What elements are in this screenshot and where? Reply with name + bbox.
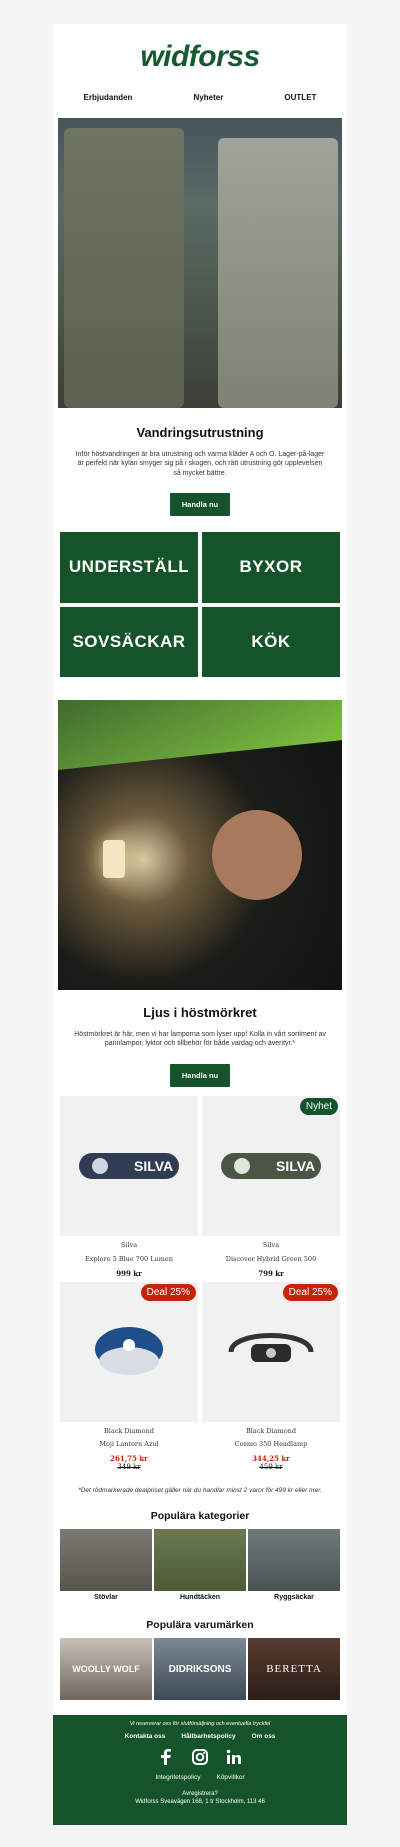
hero-pants-left: [64, 128, 184, 408]
product-price: 999 kr: [116, 1268, 142, 1278]
hero-pants-right: [218, 138, 338, 408]
tent-shape: [58, 700, 342, 770]
social-icons: [53, 1748, 347, 1766]
product-image: [60, 1281, 198, 1422]
brand-logo[interactable]: widforss: [53, 24, 347, 90]
section2-text: Höstmörkret är här, men vi har lamporna …: [74, 1031, 326, 1048]
categories-title: Populära kategorier: [150, 1510, 250, 1522]
category-image: [60, 1529, 152, 1591]
deal-note: *Det rödmarkerade dealpriset gäller när …: [78, 1487, 322, 1494]
headlamp-icon: SILVA: [79, 1153, 179, 1179]
svg-text:SILVA: SILVA: [134, 1158, 173, 1174]
product-old-price: 459 kr: [259, 1463, 283, 1472]
product-name: Discover Hybrid Green 500: [225, 1254, 317, 1263]
product-grid: SILVA Silva Explore 5 Blue 700 Lumen 999…: [60, 1096, 340, 1471]
lamp-image[interactable]: [58, 700, 342, 990]
category-image: [154, 1529, 246, 1591]
product-image: [202, 1281, 340, 1422]
brands-title-wrap: Populära varumärken: [53, 1619, 347, 1631]
brands-title: Populära varumärken: [146, 1619, 254, 1631]
hero-title: Vandringsutrustning: [136, 425, 264, 440]
footer-address-block: Avregistrera? Widforss Sveavägen 168, 1 …: [53, 1791, 347, 1807]
facebook-icon[interactable]: [157, 1748, 175, 1766]
footer-link-kopvillkor[interactable]: Köpvillkor: [216, 1774, 244, 1781]
product-brand: Silva: [120, 1241, 138, 1249]
brand-label: WOOLLY WOLF: [72, 1664, 140, 1674]
email-page: widforss Erbjudanden Nyheter OUTLET Vand…: [0, 0, 400, 1847]
product-name: Explore 5 Blue 700 Lumen: [85, 1254, 173, 1263]
deal-badge: Deal 25%: [140, 1283, 196, 1301]
category-hundtacken[interactable]: Hundtäcken: [154, 1529, 246, 1601]
product-card[interactable]: Deal 25% Black Diamond Cosmo 350 Headlam…: [202, 1281, 340, 1472]
brand-didriksons[interactable]: DIDRIKSONS: [154, 1638, 246, 1700]
logo-text: widforss: [140, 40, 260, 73]
tile-byxor[interactable]: BYXOR: [202, 532, 340, 603]
category-label: Ryggsäckar: [274, 1594, 314, 1601]
category-ryggsackar[interactable]: Ryggsäckar: [248, 1529, 340, 1601]
product-price: 261,75 kr: [110, 1454, 148, 1464]
category-stovlar[interactable]: Stövlar: [60, 1529, 152, 1601]
unsubscribe-link[interactable]: Avregistrera?: [53, 1791, 347, 1799]
product-card[interactable]: SILVA Silva Explore 5 Blue 700 Lumen 999…: [60, 1096, 198, 1278]
footer-link-hallbarhet[interactable]: Hållbarhetspolicy: [181, 1733, 235, 1740]
footer-note: Vi reserverar oss för slutförsäljning oc…: [129, 1721, 271, 1727]
category-image: [248, 1529, 340, 1591]
product-name: Moji Lantern Azul: [99, 1440, 159, 1449]
product-brand: Black Diamond: [104, 1426, 154, 1435]
popular-categories: Stövlar Hundtäcken Ryggsäckar: [60, 1529, 340, 1601]
footer-links-secondary: Integritetspolicy Köpvillkor: [53, 1774, 347, 1781]
headlamp-icon: [228, 1332, 314, 1362]
product-price: 799 kr: [258, 1268, 284, 1278]
section2-cta-button[interactable]: Handla nu: [169, 1063, 231, 1087]
deal-badge: Deal 25%: [282, 1283, 338, 1301]
svg-text:SILVA: SILVA: [276, 1158, 315, 1174]
category-tiles: UNDERSTÄLL BYXOR SOVSÄCKAR KÖK: [60, 532, 340, 677]
lantern-icon: [95, 1326, 163, 1375]
product-brand: Silva: [262, 1241, 280, 1249]
tile-sovsäckar[interactable]: SOVSÄCKAR: [60, 606, 198, 677]
nav-erbjudanden[interactable]: Erbjudanden: [84, 93, 133, 115]
product-name: Cosmo 350 Headlamp: [234, 1440, 308, 1449]
headlamp-icon: SILVA: [221, 1153, 321, 1179]
product-card[interactable]: SILVA Nyhet Silva Discover Hybrid Green …: [202, 1096, 340, 1278]
product-brand: Black Diamond: [246, 1426, 296, 1435]
top-nav: Erbjudanden Nyheter OUTLET: [53, 93, 347, 115]
footer-link-kontakta[interactable]: Kontakta oss: [125, 1733, 166, 1740]
instagram-icon[interactable]: [191, 1748, 209, 1766]
hero-text: Inför höstvandringen är bra utrustning o…: [75, 451, 325, 477]
footer-link-integritet[interactable]: Integritetspolicy: [155, 1774, 200, 1781]
brand-woolly-wolf[interactable]: WOOLLY WOLF: [60, 1638, 152, 1700]
tile-kök[interactable]: KÖK: [202, 606, 340, 677]
person-shape: [212, 810, 302, 900]
brand-beretta[interactable]: BERETTA: [248, 1638, 340, 1700]
section2-title: Ljus i höstmörkret: [143, 1005, 257, 1020]
footer: Vi reserverar oss för slutförsäljning oc…: [53, 1715, 347, 1825]
nav-nyheter[interactable]: Nyheter: [194, 93, 224, 115]
product-image: SILVA: [60, 1096, 198, 1236]
hero-image[interactable]: [58, 118, 342, 408]
company-address: Widforss Sveavägen 168, 1 tr Stockholm, …: [135, 1798, 265, 1805]
product-card[interactable]: Deal 25% Black Diamond Moji Lantern Azul…: [60, 1281, 198, 1472]
linkedin-icon[interactable]: [225, 1748, 243, 1766]
brand-label: BERETTA: [266, 1663, 322, 1675]
brand-label: DIDRIKSONS: [168, 1663, 232, 1675]
popular-brands: WOOLLY WOLF DIDRIKSONS BERETTA: [60, 1638, 340, 1700]
nav-outlet[interactable]: OUTLET: [284, 93, 316, 115]
categories-title-wrap: Populära kategorier: [53, 1510, 347, 1522]
new-badge: Nyhet: [299, 1098, 338, 1115]
footer-links: Kontakta oss Hållbarhetspolicy Om oss: [53, 1733, 347, 1740]
lamp-section: Ljus i höstmörkret Höstmörkret är här, m…: [53, 1005, 347, 1087]
product-image: SILVA: [202, 1096, 340, 1236]
lantern-shape: [103, 840, 125, 878]
footer-link-om-oss[interactable]: Om oss: [252, 1733, 276, 1740]
product-old-price: 349 kr: [117, 1463, 141, 1472]
hero-section: Vandringsutrustning Inför höstvandringen…: [53, 425, 347, 517]
hero-cta-button[interactable]: Handla nu: [169, 493, 231, 517]
category-label: Hundtäcken: [179, 1594, 221, 1601]
category-label: Stövlar: [94, 1594, 118, 1601]
product-price: 344,25 kr: [252, 1454, 290, 1464]
tile-underställ[interactable]: UNDERSTÄLL: [60, 532, 198, 603]
